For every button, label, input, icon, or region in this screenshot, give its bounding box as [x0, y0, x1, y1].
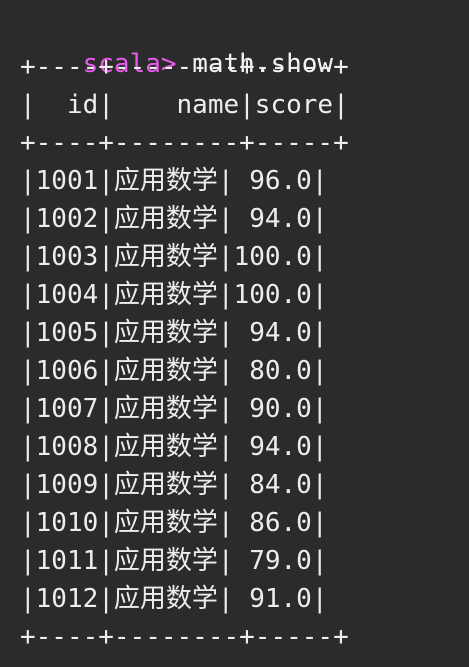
table-row: |1003|应用数学|100.0|: [20, 242, 328, 272]
table-row: |1008|应用数学| 94.0|: [20, 432, 328, 462]
table-row: |1006|应用数学| 80.0|: [20, 356, 328, 386]
table-border-top: +----+--------+-----+: [20, 52, 349, 82]
table-row: |1001|应用数学| 96.0|: [20, 166, 328, 196]
table-row: |1007|应用数学| 90.0|: [20, 394, 328, 424]
table-row: |1005|应用数学| 94.0|: [20, 318, 328, 348]
table-row: |1004|应用数学|100.0|: [20, 280, 328, 310]
table-border-header: +----+--------+-----+: [20, 128, 349, 158]
table-row: |1011|应用数学| 79.0|: [20, 546, 328, 576]
terminal-window[interactable]: scala> math.show +----+--------+-----+ |…: [0, 0, 469, 667]
table-header: | id| name|score|: [20, 90, 349, 120]
table-row: |1002|应用数学| 94.0|: [20, 204, 328, 234]
table-row: |1010|应用数学| 86.0|: [20, 508, 328, 538]
table-border-bottom: +----+--------+-----+: [20, 622, 349, 652]
table-row: |1009|应用数学| 84.0|: [20, 470, 328, 500]
prompt-line: scala> math.show: [20, 7, 333, 79]
table-row: |1012|应用数学| 91.0|: [20, 584, 328, 614]
